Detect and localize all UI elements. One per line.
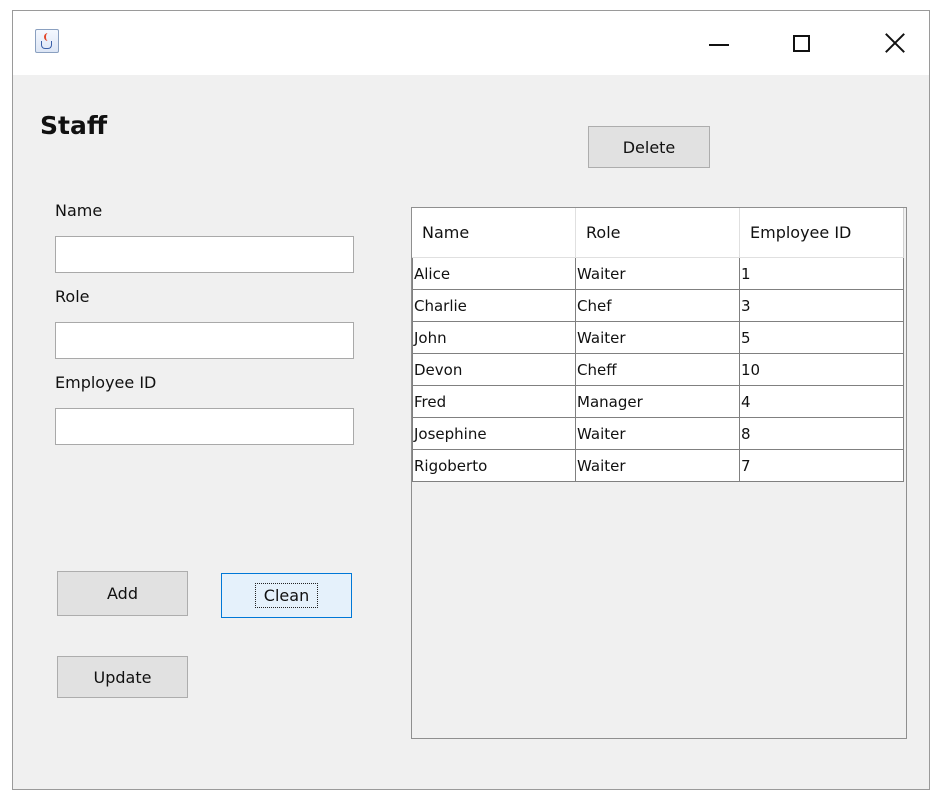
cell-name[interactable]: Devon [412,354,576,386]
cell-name[interactable]: John [412,322,576,354]
cell-employee-id[interactable]: 8 [740,418,904,450]
cell-name[interactable]: Rigoberto [412,450,576,482]
cell-name[interactable]: Josephine [412,418,576,450]
close-button[interactable] [865,11,925,75]
table-header: Name Role Employee ID [412,208,904,258]
table-row[interactable]: John Waiter 5 [412,322,904,354]
table-row[interactable]: Devon Cheff 10 [412,354,904,386]
delete-button[interactable]: Delete [588,126,710,168]
name-input[interactable] [55,236,354,273]
minimize-button[interactable] [689,11,749,75]
staff-table[interactable]: Name Role Employee ID Alice Waiter 1 Cha… [411,207,907,739]
update-button[interactable]: Update [57,656,188,698]
cell-employee-id[interactable]: 10 [740,354,904,386]
role-label: Role [55,287,90,306]
cell-employee-id[interactable]: 4 [740,386,904,418]
cell-role[interactable]: Manager [576,386,740,418]
content-pane: Staff Name Role Employee ID Delete Add C… [13,75,929,789]
column-header-name[interactable]: Name [412,208,576,258]
clean-button[interactable]: Clean [221,573,352,618]
minimize-icon [709,44,729,46]
staff-window: Staff Name Role Employee ID Delete Add C… [12,10,930,790]
maximize-button[interactable] [771,11,831,75]
cell-name[interactable]: Alice [412,258,576,290]
table-row[interactable]: Josephine Waiter 8 [412,418,904,450]
column-header-employee-id[interactable]: Employee ID [740,208,904,258]
page-title: Staff [40,111,108,140]
java-coffee-cup-icon[interactable] [35,29,59,53]
cell-name[interactable]: Charlie [412,290,576,322]
role-input[interactable] [55,322,354,359]
cell-employee-id[interactable]: 5 [740,322,904,354]
name-label: Name [55,201,103,220]
column-header-role[interactable]: Role [576,208,740,258]
employee-id-label: Employee ID [55,373,157,392]
cell-role[interactable]: Waiter [576,450,740,482]
cell-role[interactable]: Waiter [576,322,740,354]
cell-role[interactable]: Waiter [576,258,740,290]
table-row[interactable]: Fred Manager 4 [412,386,904,418]
cell-role[interactable]: Cheff [576,354,740,386]
cell-role[interactable]: Chef [576,290,740,322]
employee-id-input[interactable] [55,408,354,445]
table-row[interactable]: Rigoberto Waiter 7 [412,450,904,482]
close-icon [884,32,906,54]
cell-employee-id[interactable]: 3 [740,290,904,322]
cell-employee-id[interactable]: 1 [740,258,904,290]
cell-role[interactable]: Waiter [576,418,740,450]
table-row[interactable]: Charlie Chef 3 [412,290,904,322]
cell-employee-id[interactable]: 7 [740,450,904,482]
table-body: Alice Waiter 1 Charlie Chef 3 John Waite… [412,258,904,482]
table-row[interactable]: Alice Waiter 1 [412,258,904,290]
maximize-icon [792,34,810,52]
add-button[interactable]: Add [57,571,188,616]
clean-button-label: Clean [254,583,319,608]
title-bar [13,11,929,75]
cell-name[interactable]: Fred [412,386,576,418]
